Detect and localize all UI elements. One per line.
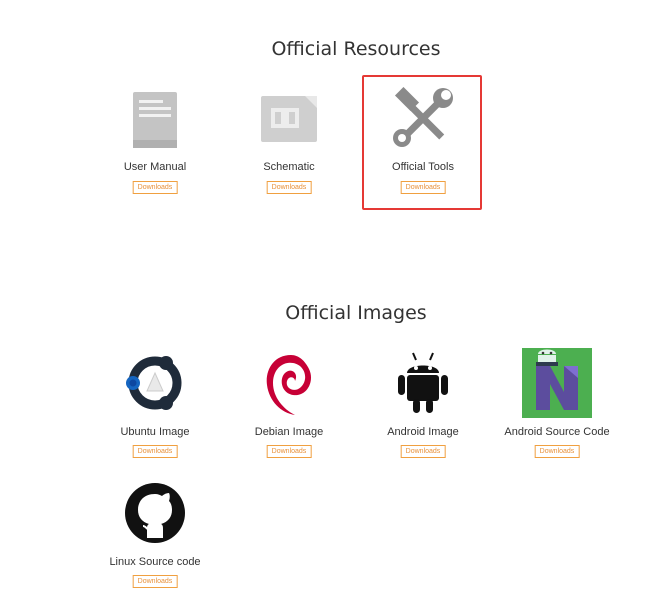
user-manual-label: User Manual: [123, 161, 187, 173]
debian-image-label: Debian Image: [254, 426, 324, 438]
user-manual-card: User Manual Downloads: [95, 85, 215, 195]
schematic-download-button[interactable]: Downloads: [266, 181, 312, 194]
user-manual-download-button[interactable]: Downloads: [132, 181, 178, 194]
schematic-card: Schematic Downloads: [229, 85, 349, 195]
official-resources-heading: Official Resources: [271, 38, 441, 60]
android-source-download-button[interactable]: Downloads: [534, 445, 580, 458]
highlight-box: [362, 75, 482, 210]
android-nougat-icon: [522, 348, 592, 418]
debian-download-button[interactable]: Downloads: [266, 445, 312, 458]
manual-book-icon: [133, 92, 177, 148]
schematic-label: Schematic: [263, 161, 315, 173]
android-robot-icon: [398, 352, 448, 413]
android-source-card: Android Source Code Downloads: [497, 348, 617, 458]
ubuntu-download-button[interactable]: Downloads: [132, 445, 178, 458]
linux-source-label: Linux Source code: [109, 556, 201, 568]
android-download-button[interactable]: Downloads: [400, 445, 446, 458]
android-source-label: Android Source Code: [504, 426, 610, 438]
ubuntu-logo-icon: [126, 356, 182, 410]
debian-image-card: Debian Image Downloads: [229, 348, 349, 458]
android-image-card: Android Image Downloads: [363, 348, 483, 458]
ubuntu-image-label: Ubuntu Image: [120, 426, 190, 438]
debian-logo-icon: [266, 355, 312, 415]
chip-icon: [261, 96, 317, 142]
github-logo-icon: [125, 483, 185, 543]
ubuntu-image-card: Ubuntu Image Downloads: [95, 348, 215, 458]
official-images-heading: Official Images: [285, 302, 427, 324]
linux-source-download-button[interactable]: Downloads: [132, 575, 178, 588]
android-image-label: Android Image: [387, 426, 459, 438]
linux-source-card: Linux Source code Downloads: [95, 478, 215, 588]
